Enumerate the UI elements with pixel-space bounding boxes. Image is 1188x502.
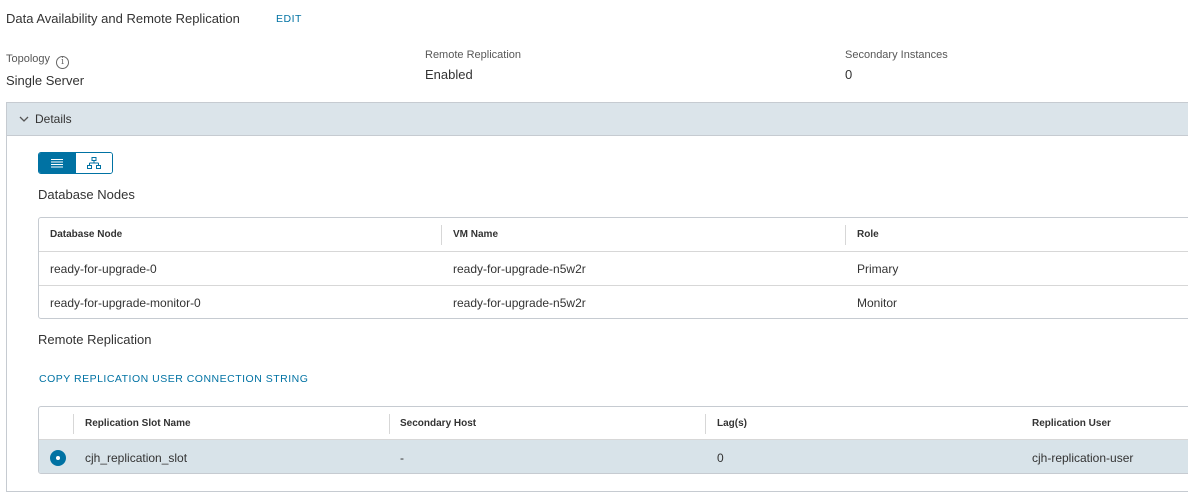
secondary-instances-label: Secondary Instances: [845, 49, 948, 61]
vm-name-cell: ready-for-upgrade-n5w2r: [453, 261, 586, 276]
radio-selected-icon[interactable]: [50, 449, 66, 466]
row-select-radio[interactable]: [50, 440, 66, 473]
column-header-replication-slot-name[interactable]: Replication Slot Name: [85, 407, 191, 439]
replication-user-cell: cjh-replication-user: [1032, 450, 1134, 465]
role-cell: Monitor: [857, 295, 898, 310]
secondary-instances-value: 0: [845, 67, 853, 82]
chevron-down-icon: [19, 116, 29, 122]
view-toggle: [38, 152, 113, 174]
topology-label: Topology i: [6, 53, 70, 69]
table-row: ready-for-upgrade-0 ready-for-upgrade-n5…: [39, 252, 1188, 286]
column-header-lag[interactable]: Lag(s): [717, 407, 747, 439]
database-node-cell: ready-for-upgrade-monitor-0: [50, 295, 201, 310]
info-icon[interactable]: i: [56, 56, 70, 69]
copy-connection-string-link[interactable]: COPY REPLICATION USER CONNECTION STRING: [39, 373, 308, 385]
details-toggle[interactable]: Details: [7, 103, 1188, 136]
column-header-secondary-host[interactable]: Secondary Host: [400, 407, 476, 439]
secondary-host-cell: -: [400, 450, 404, 465]
database-node-cell: ready-for-upgrade-0: [50, 261, 157, 276]
remote-replication-label: Remote Replication: [425, 49, 521, 61]
database-nodes-title: Database Nodes: [38, 187, 135, 202]
replication-slot-name-cell: cjh_replication_slot: [85, 450, 188, 465]
edit-link[interactable]: EDIT: [276, 13, 302, 25]
column-header-role[interactable]: Role: [857, 218, 879, 251]
remote-replication-title: Remote Replication: [38, 332, 152, 347]
column-header-vm-name[interactable]: VM Name: [453, 218, 498, 251]
database-nodes-grid: Database Node VM Name Role ready-for-upg…: [38, 217, 1188, 319]
grid-header-row: Replication Slot Name Secondary Host Lag…: [39, 407, 1188, 440]
remote-replication-value: Enabled: [425, 67, 473, 82]
table-row: ready-for-upgrade-monitor-0 ready-for-up…: [39, 286, 1188, 318]
grid-header-row: Database Node VM Name Role: [39, 218, 1188, 252]
lag-cell: 0: [717, 450, 724, 465]
vm-name-cell: ready-for-upgrade-n5w2r: [453, 295, 586, 310]
column-header-database-node[interactable]: Database Node: [50, 218, 122, 251]
role-cell: Primary: [857, 261, 899, 276]
topology-view-button[interactable]: [75, 153, 112, 173]
column-header-replication-user[interactable]: Replication User: [1032, 407, 1111, 439]
replication-slots-grid: Replication Slot Name Secondary Host Lag…: [38, 406, 1188, 474]
topology-label-text: Topology: [6, 53, 51, 65]
table-row-selected[interactable]: cjh_replication_slot - 0 cjh-replication…: [39, 440, 1188, 473]
topology-value: Single Server: [6, 73, 85, 88]
list-icon: [51, 159, 64, 168]
details-label: Details: [35, 112, 72, 126]
section-title: Data Availability and Remote Replication: [6, 11, 240, 26]
list-view-button[interactable]: [39, 153, 76, 173]
hierarchy-icon: [86, 156, 101, 169]
